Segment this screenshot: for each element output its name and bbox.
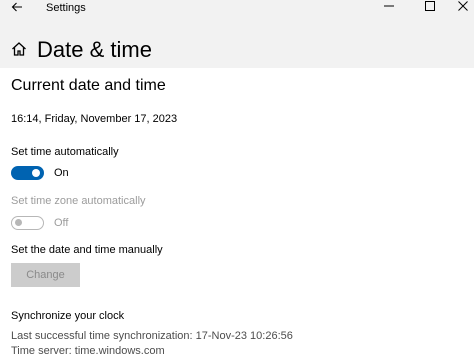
sync-title: Synchronize your clock [11, 310, 125, 322]
current-datetime: 16:14, Friday, November 17, 2023 [11, 113, 178, 125]
auto-zone-state: Off [54, 217, 69, 229]
page-header: Date & time [0, 32, 474, 68]
maximize-button[interactable] [413, 0, 447, 16]
auto-zone-label: Set time zone automatically [11, 195, 146, 207]
auto-time-state: On [54, 167, 69, 179]
page-title: Date & time [37, 37, 152, 62]
auto-time-toggle[interactable] [11, 166, 44, 180]
time-server-text: Time server: time.windows.com [11, 345, 165, 355]
app-title: Settings [46, 2, 86, 14]
manual-time-label: Set the date and time manually [11, 244, 163, 256]
close-button[interactable] [446, 0, 474, 16]
arrow-left-icon [11, 2, 22, 12]
close-icon [458, 1, 468, 11]
auto-zone-toggle[interactable] [11, 216, 44, 230]
title-bar: Settings [0, 0, 474, 16]
home-icon[interactable] [10, 40, 28, 58]
section-title-current: Current date and time [11, 77, 166, 94]
minimize-button[interactable] [372, 0, 406, 16]
toggle-knob [15, 219, 22, 226]
change-button[interactable]: Change [11, 263, 80, 287]
back-button[interactable] [4, 0, 30, 17]
auto-time-label: Set time automatically [11, 146, 119, 158]
last-sync-text: Last successful time synchronization: 17… [11, 330, 293, 342]
toggle-knob [32, 169, 40, 177]
maximize-icon [425, 1, 435, 11]
settings-window: Settings Date & time Current date and ti… [0, 0, 474, 355]
minimize-icon [384, 5, 394, 7]
